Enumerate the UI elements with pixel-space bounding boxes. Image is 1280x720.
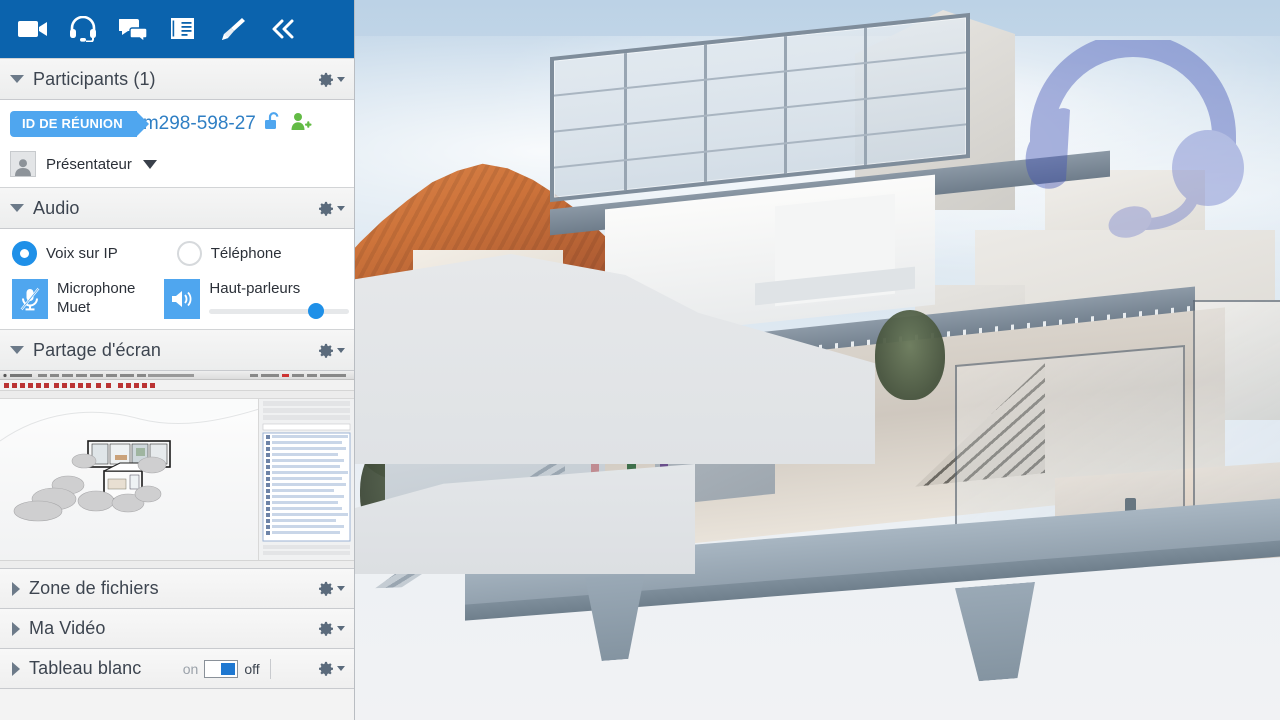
whiteboard-toggle-group: on off xyxy=(183,659,260,678)
meeting-app-window: Participants (1) ID DE RÉUNION m298-598-… xyxy=(0,0,1280,720)
shared-application-window xyxy=(0,371,354,568)
radio-voip-label: Voix sur IP xyxy=(46,245,118,262)
panel-header-my-video[interactable]: Ma Vidéo xyxy=(0,609,354,649)
collapse-triangle-audio-icon[interactable] xyxy=(10,204,24,212)
expand-triangle-whiteboard-icon[interactable] xyxy=(12,661,20,676)
gear-icon-participants[interactable] xyxy=(318,71,345,88)
gear-icon-my-video[interactable] xyxy=(318,620,345,637)
toolbar-divider xyxy=(269,658,271,679)
radio-telephone[interactable]: Téléphone xyxy=(176,241,282,266)
sidebar-filler xyxy=(0,689,354,720)
volume-slider-knob[interactable] xyxy=(308,303,325,319)
collapse-triangle-screen-share-icon[interactable] xyxy=(10,346,24,354)
chevron-down-icon xyxy=(337,205,345,211)
whiteboard-toggle-nub xyxy=(221,662,236,675)
microphone-label-line2: Muet xyxy=(57,299,91,316)
chevron-down-icon xyxy=(337,76,345,82)
panel-header-screen-share[interactable]: Partage d'écran xyxy=(0,329,354,371)
microphone-labels: Microphone Muet xyxy=(57,279,135,319)
paintbrush-icon[interactable] xyxy=(208,4,258,54)
meeting-id-row: ID DE RÉUNION m298-598-27 xyxy=(10,110,344,138)
audio-mode-radio-group: Voix sur IP Téléphone xyxy=(12,241,344,266)
panel-title-participants: Participants (1) xyxy=(33,68,156,89)
gear-icon-audio[interactable] xyxy=(318,200,345,217)
gear-icon-screen-share[interactable] xyxy=(318,342,345,359)
sketchup-model-canvas xyxy=(0,399,258,560)
presenter-name: Présentateur xyxy=(46,155,132,173)
radio-telephone-label: Téléphone xyxy=(210,245,282,262)
shared-window-titlebar xyxy=(0,371,354,380)
sketchup-outliner-panel xyxy=(258,399,354,561)
chevron-down-icon xyxy=(337,347,345,353)
whiteboard-toggle-on-label[interactable]: on xyxy=(183,661,199,677)
audio-controls-row: Microphone Muet Haut-parleurs xyxy=(12,279,350,319)
whiteboard-toggle-switch[interactable] xyxy=(204,659,239,678)
panel-header-participants[interactable]: Participants (1) xyxy=(0,58,354,100)
presenter-chevron-down-icon[interactable] xyxy=(142,159,157,169)
shared-window-tabbar xyxy=(0,391,354,399)
panel-header-file-zone[interactable]: Zone de fichiers xyxy=(0,569,354,609)
meeting-id-value[interactable]: m298-598-27 xyxy=(143,113,256,135)
speakers-control: Haut-parleurs xyxy=(164,279,350,319)
chevron-down-icon xyxy=(337,666,345,671)
documents-icon[interactable] xyxy=(158,4,208,54)
panel-header-whiteboard[interactable]: Tableau blanc on off xyxy=(0,649,354,689)
meeting-id-label: ID DE RÉUNION xyxy=(10,111,149,137)
expand-triangle-my-video-icon[interactable] xyxy=(12,621,20,636)
expand-triangle-file-zone-icon[interactable] xyxy=(12,581,20,596)
whiteboard-toggle-off-label[interactable]: off xyxy=(244,661,259,677)
shared-window-statusbar xyxy=(0,560,354,568)
radio-voip[interactable]: Voix sur IP xyxy=(12,241,118,266)
unlocked-padlock-icon[interactable] xyxy=(262,111,284,138)
meeting-control-sidebar: Participants (1) ID DE RÉUNION m298-598-… xyxy=(0,0,355,720)
microphone-label-line1: Microphone xyxy=(57,280,136,297)
speakers-label: Haut-parleurs xyxy=(209,280,301,297)
panel-header-audio[interactable]: Audio xyxy=(0,187,354,229)
screen-share-preview[interactable] xyxy=(0,371,354,569)
gear-icon-whiteboard[interactable] xyxy=(318,660,345,677)
top-toolbar xyxy=(0,0,354,58)
microphone-control: Microphone Muet xyxy=(12,279,135,319)
volume-slider-track xyxy=(209,309,350,314)
chevron-down-icon xyxy=(337,586,345,591)
radio-telephone-indicator xyxy=(176,241,202,266)
panel-title-audio: Audio xyxy=(33,197,80,218)
headset-icon[interactable] xyxy=(58,4,108,54)
collapse-chevrons-icon[interactable] xyxy=(258,4,308,54)
gear-icon-file-zone[interactable] xyxy=(318,580,345,597)
shared-window-toolbar xyxy=(0,380,354,391)
panel-title-whiteboard: Tableau blanc xyxy=(29,658,142,678)
video-camera-icon[interactable] xyxy=(8,4,58,54)
volume-slider[interactable] xyxy=(209,303,350,319)
add-participant-icon[interactable] xyxy=(290,111,312,138)
chevron-down-icon xyxy=(337,626,345,631)
shared-content-stage[interactable] xyxy=(355,0,1280,720)
participants-body: ID DE RÉUNION m298-598-27 Présentateur xyxy=(0,100,354,187)
panel-title-screen-share: Partage d'écran xyxy=(33,339,162,360)
radio-voip-indicator xyxy=(12,241,37,266)
microphone-muted-icon[interactable] xyxy=(12,279,48,319)
audio-body: Voix sur IP Téléphone Microphone Muet Ha… xyxy=(0,229,354,329)
chat-bubbles-icon[interactable] xyxy=(108,4,158,54)
speakers-labels: Haut-parleurs xyxy=(209,279,350,319)
render-tree xyxy=(875,310,945,400)
presenter-row[interactable]: Présentateur xyxy=(10,149,344,179)
speaker-icon[interactable] xyxy=(164,279,201,319)
panel-title-my-video: Ma Vidéo xyxy=(29,618,106,638)
person-avatar-icon xyxy=(10,151,36,177)
collapse-triangle-participants-icon[interactable] xyxy=(10,75,24,83)
panel-title-file-zone: Zone de fichiers xyxy=(29,578,159,598)
